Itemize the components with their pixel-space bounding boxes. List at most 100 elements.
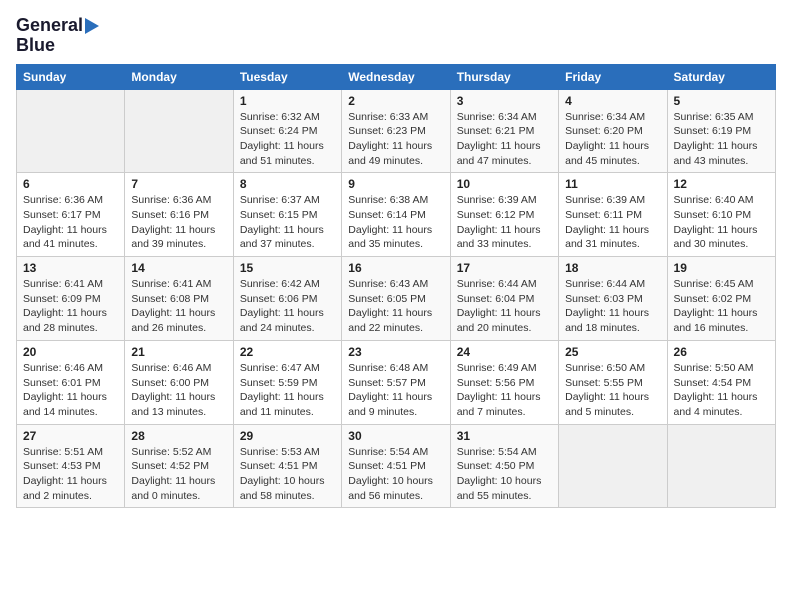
calendar-cell: 1 Sunrise: 6:32 AMSunset: 6:24 PMDayligh…: [233, 89, 341, 173]
calendar-cell: 10 Sunrise: 6:39 AMSunset: 6:12 PMDaylig…: [450, 173, 558, 257]
calendar-cell: 19 Sunrise: 6:45 AMSunset: 6:02 PMDaylig…: [667, 257, 775, 341]
day-number: 25: [565, 345, 660, 359]
header-monday: Monday: [125, 64, 233, 89]
day-number: 18: [565, 261, 660, 275]
calendar-cell: [559, 424, 667, 508]
day-info: Sunrise: 6:38 AMSunset: 6:14 PMDaylight:…: [348, 193, 443, 252]
day-info: Sunrise: 6:39 AMSunset: 6:12 PMDaylight:…: [457, 193, 552, 252]
calendar-cell: 2 Sunrise: 6:33 AMSunset: 6:23 PMDayligh…: [342, 89, 450, 173]
day-info: Sunrise: 6:36 AMSunset: 6:16 PMDaylight:…: [131, 193, 226, 252]
day-info: Sunrise: 6:41 AMSunset: 6:09 PMDaylight:…: [23, 277, 118, 336]
day-number: 17: [457, 261, 552, 275]
calendar-cell: 11 Sunrise: 6:39 AMSunset: 6:11 PMDaylig…: [559, 173, 667, 257]
page-header: General Blue: [16, 16, 776, 56]
day-number: 27: [23, 429, 118, 443]
calendar-cell: 22 Sunrise: 6:47 AMSunset: 5:59 PMDaylig…: [233, 340, 341, 424]
calendar-cell: 23 Sunrise: 6:48 AMSunset: 5:57 PMDaylig…: [342, 340, 450, 424]
day-number: 30: [348, 429, 443, 443]
day-info: Sunrise: 6:42 AMSunset: 6:06 PMDaylight:…: [240, 277, 335, 336]
day-info: Sunrise: 5:51 AMSunset: 4:53 PMDaylight:…: [23, 445, 118, 504]
calendar-cell: [17, 89, 125, 173]
header-sunday: Sunday: [17, 64, 125, 89]
calendar-cell: 14 Sunrise: 6:41 AMSunset: 6:08 PMDaylig…: [125, 257, 233, 341]
day-info: Sunrise: 6:34 AMSunset: 6:21 PMDaylight:…: [457, 110, 552, 169]
day-info: Sunrise: 6:48 AMSunset: 5:57 PMDaylight:…: [348, 361, 443, 420]
calendar-cell: 7 Sunrise: 6:36 AMSunset: 6:16 PMDayligh…: [125, 173, 233, 257]
day-number: 6: [23, 177, 118, 191]
calendar-cell: 26 Sunrise: 5:50 AMSunset: 4:54 PMDaylig…: [667, 340, 775, 424]
day-info: Sunrise: 5:54 AMSunset: 4:51 PMDaylight:…: [348, 445, 443, 504]
day-number: 13: [23, 261, 118, 275]
day-info: Sunrise: 5:53 AMSunset: 4:51 PMDaylight:…: [240, 445, 335, 504]
day-number: 16: [348, 261, 443, 275]
calendar-cell: 29 Sunrise: 5:53 AMSunset: 4:51 PMDaylig…: [233, 424, 341, 508]
calendar-cell: 25 Sunrise: 6:50 AMSunset: 5:55 PMDaylig…: [559, 340, 667, 424]
header-thursday: Thursday: [450, 64, 558, 89]
day-info: Sunrise: 5:50 AMSunset: 4:54 PMDaylight:…: [674, 361, 769, 420]
day-number: 20: [23, 345, 118, 359]
day-number: 7: [131, 177, 226, 191]
day-info: Sunrise: 6:49 AMSunset: 5:56 PMDaylight:…: [457, 361, 552, 420]
day-number: 14: [131, 261, 226, 275]
day-number: 4: [565, 94, 660, 108]
calendar-cell: 3 Sunrise: 6:34 AMSunset: 6:21 PMDayligh…: [450, 89, 558, 173]
day-info: Sunrise: 6:46 AMSunset: 6:01 PMDaylight:…: [23, 361, 118, 420]
day-number: 5: [674, 94, 769, 108]
day-info: Sunrise: 6:45 AMSunset: 6:02 PMDaylight:…: [674, 277, 769, 336]
day-info: Sunrise: 6:47 AMSunset: 5:59 PMDaylight:…: [240, 361, 335, 420]
day-number: 22: [240, 345, 335, 359]
week-row-5: 27 Sunrise: 5:51 AMSunset: 4:53 PMDaylig…: [17, 424, 776, 508]
day-info: Sunrise: 6:46 AMSunset: 6:00 PMDaylight:…: [131, 361, 226, 420]
day-number: 24: [457, 345, 552, 359]
logo-arrow-icon: [85, 18, 99, 34]
week-row-4: 20 Sunrise: 6:46 AMSunset: 6:01 PMDaylig…: [17, 340, 776, 424]
day-info: Sunrise: 6:37 AMSunset: 6:15 PMDaylight:…: [240, 193, 335, 252]
day-info: Sunrise: 6:43 AMSunset: 6:05 PMDaylight:…: [348, 277, 443, 336]
header-row: SundayMondayTuesdayWednesdayThursdayFrid…: [17, 64, 776, 89]
day-info: Sunrise: 6:50 AMSunset: 5:55 PMDaylight:…: [565, 361, 660, 420]
week-row-3: 13 Sunrise: 6:41 AMSunset: 6:09 PMDaylig…: [17, 257, 776, 341]
day-info: Sunrise: 5:52 AMSunset: 4:52 PMDaylight:…: [131, 445, 226, 504]
day-number: 21: [131, 345, 226, 359]
calendar-table: SundayMondayTuesdayWednesdayThursdayFrid…: [16, 64, 776, 509]
calendar-cell: 9 Sunrise: 6:38 AMSunset: 6:14 PMDayligh…: [342, 173, 450, 257]
day-number: 1: [240, 94, 335, 108]
calendar-cell: 6 Sunrise: 6:36 AMSunset: 6:17 PMDayligh…: [17, 173, 125, 257]
day-number: 12: [674, 177, 769, 191]
day-number: 23: [348, 345, 443, 359]
calendar-cell: 30 Sunrise: 5:54 AMSunset: 4:51 PMDaylig…: [342, 424, 450, 508]
calendar-cell: 13 Sunrise: 6:41 AMSunset: 6:09 PMDaylig…: [17, 257, 125, 341]
day-number: 29: [240, 429, 335, 443]
day-number: 26: [674, 345, 769, 359]
header-saturday: Saturday: [667, 64, 775, 89]
day-info: Sunrise: 6:36 AMSunset: 6:17 PMDaylight:…: [23, 193, 118, 252]
day-number: 19: [674, 261, 769, 275]
header-friday: Friday: [559, 64, 667, 89]
week-row-2: 6 Sunrise: 6:36 AMSunset: 6:17 PMDayligh…: [17, 173, 776, 257]
day-number: 3: [457, 94, 552, 108]
day-number: 15: [240, 261, 335, 275]
day-info: Sunrise: 6:44 AMSunset: 6:03 PMDaylight:…: [565, 277, 660, 336]
logo-text-blue: Blue: [16, 36, 55, 56]
logo: General Blue: [16, 16, 99, 56]
day-info: Sunrise: 6:40 AMSunset: 6:10 PMDaylight:…: [674, 193, 769, 252]
day-info: Sunrise: 6:44 AMSunset: 6:04 PMDaylight:…: [457, 277, 552, 336]
calendar-cell: 17 Sunrise: 6:44 AMSunset: 6:04 PMDaylig…: [450, 257, 558, 341]
day-info: Sunrise: 6:41 AMSunset: 6:08 PMDaylight:…: [131, 277, 226, 336]
header-tuesday: Tuesday: [233, 64, 341, 89]
calendar-cell: [667, 424, 775, 508]
calendar-cell: [125, 89, 233, 173]
day-number: 28: [131, 429, 226, 443]
day-number: 10: [457, 177, 552, 191]
day-number: 9: [348, 177, 443, 191]
calendar-cell: 20 Sunrise: 6:46 AMSunset: 6:01 PMDaylig…: [17, 340, 125, 424]
calendar-cell: 16 Sunrise: 6:43 AMSunset: 6:05 PMDaylig…: [342, 257, 450, 341]
calendar-cell: 12 Sunrise: 6:40 AMSunset: 6:10 PMDaylig…: [667, 173, 775, 257]
calendar-cell: 4 Sunrise: 6:34 AMSunset: 6:20 PMDayligh…: [559, 89, 667, 173]
day-info: Sunrise: 6:33 AMSunset: 6:23 PMDaylight:…: [348, 110, 443, 169]
calendar-cell: 5 Sunrise: 6:35 AMSunset: 6:19 PMDayligh…: [667, 89, 775, 173]
week-row-1: 1 Sunrise: 6:32 AMSunset: 6:24 PMDayligh…: [17, 89, 776, 173]
calendar-cell: 28 Sunrise: 5:52 AMSunset: 4:52 PMDaylig…: [125, 424, 233, 508]
logo-text-general: General: [16, 16, 83, 36]
day-number: 2: [348, 94, 443, 108]
